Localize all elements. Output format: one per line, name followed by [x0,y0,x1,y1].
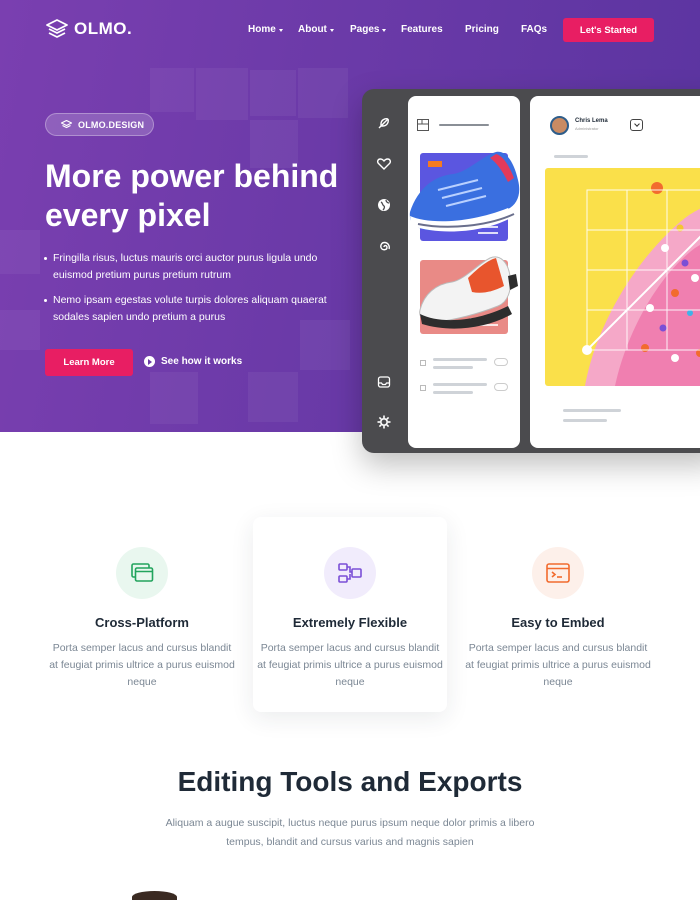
lets-started-button[interactable]: Let's Started [563,18,654,42]
nav-item-label: Pricing [465,24,499,35]
option-row [420,383,510,399]
toggle-switch[interactable] [494,358,508,366]
terminal-icon [532,547,584,599]
play-icon [144,356,155,367]
feature-title: Extremely Flexible [292,615,408,630]
nav-item-label: Features [401,24,443,35]
section-description: Aliquam a augue suscipit, luctus neque p… [165,817,535,848]
section-title: Editing Tools and Exports [177,766,523,797]
nav-item-label: Pages [350,24,380,35]
gear-icon [377,415,391,429]
nav-item-label: FAQs [521,24,548,35]
globe-icon [378,199,390,211]
feature-title: Easy to Embed [511,615,605,630]
feature-description: Porta semper lacus and cursus blandit at… [465,642,651,688]
feature-description: Porta semper lacus and cursus blandit at… [257,642,443,688]
section-image-peek [132,891,177,900]
hero-headline: More power behind every pixel [45,158,339,233]
feature-easy-to-embed: Easy to Embed Porta semper lacus and cur… [463,547,653,691]
chevron-down-icon [382,28,387,32]
feature-title: Cross-Platform [95,615,189,630]
flow-arrows-icon [324,547,376,599]
feature-cross-platform: Cross-Platform Porta semper lacus and cu… [47,547,237,691]
windows-stack-icon [116,547,168,599]
nav-item-label: Home [248,24,276,35]
product-list-panel [408,96,520,448]
avatar [550,116,569,135]
hero-bullet: Fringilla risus, luctus mauris orci auct… [43,250,343,284]
top-nav: OLMO. Home About Pages Features Pricing … [0,0,700,60]
feather-icon [378,118,389,129]
nav-item-pages[interactable]: Pages [350,24,387,35]
nav-item-faqs[interactable]: FAQs [521,24,547,35]
spiral-icon [380,241,390,251]
user-name: Chris Lema [575,118,608,124]
nav-item-features[interactable]: Features [401,24,443,35]
toggle-switch[interactable] [494,383,508,391]
grid-icon [417,119,429,131]
user-role: Administrator [575,126,599,131]
hero-bullet-list: Fringilla risus, luctus mauris orci auct… [43,250,343,334]
artwork-canvas[interactable] [545,168,700,386]
app-mockup: Chris Lema Administrator [362,89,700,453]
chevron-down-icon [329,28,334,32]
feature-extremely-flexible: Extremely Flexible Porta semper lacus an… [255,547,445,691]
nav-item-about[interactable]: About [298,24,334,35]
see-how-it-works-link[interactable]: See how it works [144,356,242,367]
feature-description: Porta semper lacus and cursus blandit at… [49,642,235,688]
layers-icon [61,119,72,128]
brand-name: OLMO. [74,19,133,38]
chevron-down-icon[interactable] [630,119,643,131]
option-row [420,358,510,374]
brand-badge: OLMO.DESIGN [45,113,154,136]
brand-logo[interactable]: OLMO. [46,19,132,39]
inbox-icon [377,376,391,388]
hero-bullet: Nemo ipsam egestas volute turpis dolores… [43,292,343,326]
learn-more-button[interactable]: Learn More [45,349,133,376]
nav-item-pricing[interactable]: Pricing [465,24,499,35]
blue-sneaker-image [409,151,520,232]
nav-item-home[interactable]: Home [248,24,283,35]
chevron-down-icon [278,28,283,32]
see-how-label: See how it works [161,356,243,367]
canvas-panel: Chris Lema Administrator [530,96,700,448]
badge-label: OLMO.DESIGN [78,119,145,130]
heart-icon [376,158,392,170]
nav-item-label: About [298,24,327,35]
sprinkles-image [582,182,700,386]
red-sneaker-image [419,256,518,329]
layers-logo-icon [46,19,68,38]
